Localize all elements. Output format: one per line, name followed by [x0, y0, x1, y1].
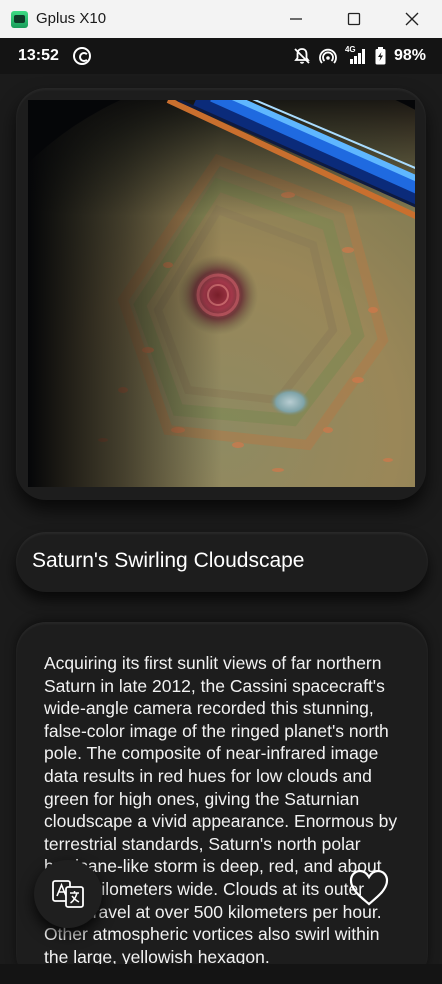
minimize-button[interactable]	[281, 4, 311, 34]
status-icons: 4G 98%	[293, 45, 426, 65]
close-button[interactable]	[397, 4, 427, 34]
battery-icon	[375, 47, 386, 65]
window-title-bar: Gplus X10	[0, 0, 442, 38]
close-icon	[405, 12, 419, 26]
signal-icon	[349, 49, 365, 64]
minimize-icon	[290, 18, 302, 20]
article-description: Acquiring its first sunlit views of far …	[44, 653, 398, 967]
saturn-photo	[28, 100, 415, 487]
favorite-button[interactable]	[348, 868, 390, 908]
translate-button[interactable]	[34, 860, 102, 928]
silent-bell-icon	[294, 48, 310, 64]
status-time: 13:52	[18, 47, 59, 64]
notification-app-icon	[73, 47, 91, 65]
article-title: Saturn's Swirling Cloudscape	[32, 549, 305, 572]
signal-group: 4G	[345, 45, 367, 65]
navigation-bar	[0, 964, 442, 984]
maximize-icon	[347, 12, 361, 26]
heart-outline-icon	[349, 869, 389, 906]
title-card: Saturn's Swirling Cloudscape	[16, 532, 428, 592]
status-bar: 13:52 4G 98%	[0, 38, 442, 74]
app-icon	[11, 11, 28, 28]
translate-icon	[52, 880, 84, 908]
battery-percentage: 98%	[393, 47, 426, 64]
maximize-button[interactable]	[339, 4, 369, 34]
hotspot-icon	[319, 48, 337, 64]
window-title: Gplus X10	[36, 10, 107, 27]
image-card[interactable]	[16, 88, 426, 500]
description-card[interactable]: Acquiring its first sunlit views of far …	[16, 622, 428, 984]
